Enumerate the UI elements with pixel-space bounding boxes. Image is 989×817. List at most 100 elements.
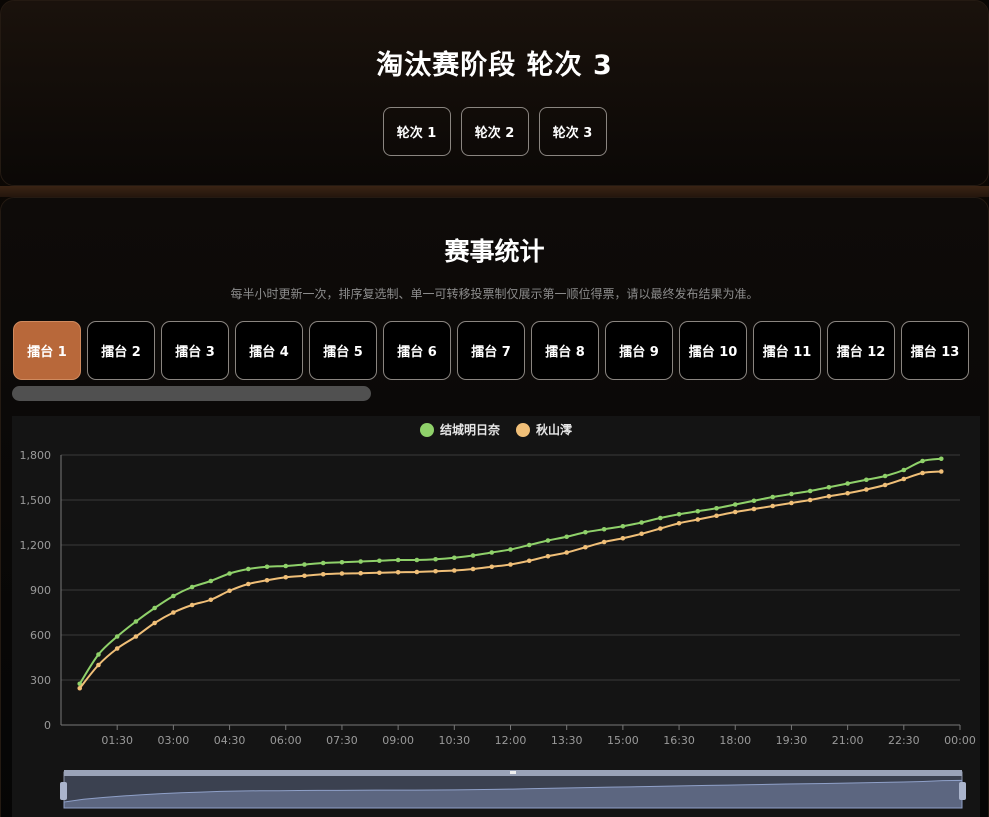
data-point-series-2 bbox=[395, 570, 401, 575]
stage-tab-3[interactable]: 擂台 3 bbox=[161, 321, 229, 380]
data-point-series-1 bbox=[826, 484, 832, 490]
stage-tab-1[interactable]: 擂台 1 bbox=[13, 321, 81, 380]
data-point-series-1 bbox=[264, 564, 270, 570]
stage-tabs: 擂台 1 擂台 2 擂台 3 擂台 4 擂台 5 擂台 6 擂台 7 擂台 8 … bbox=[13, 321, 969, 380]
data-point-series-2 bbox=[864, 487, 869, 492]
data-point-series-2 bbox=[770, 503, 776, 509]
data-point-series-2 bbox=[414, 569, 420, 575]
stage-tab-9[interactable]: 擂台 9 bbox=[605, 321, 673, 380]
data-point-series-2 bbox=[489, 564, 495, 570]
data-point-series-1 bbox=[470, 553, 476, 558]
data-point-series-1 bbox=[189, 584, 195, 590]
zoom-handle-right bbox=[959, 782, 966, 800]
round-tab-2[interactable]: 轮次 2 bbox=[460, 107, 529, 156]
data-point-series-2 bbox=[377, 570, 382, 576]
data-point-series-2 bbox=[845, 490, 850, 496]
y-tick-label: 1,500 bbox=[20, 494, 52, 507]
data-point-series-1 bbox=[489, 550, 495, 555]
data-point-series-1 bbox=[452, 555, 457, 561]
stage-tab-10[interactable]: 擂台 10 bbox=[679, 321, 747, 380]
x-tick-label: 10:30 bbox=[438, 734, 470, 747]
data-point-series-2 bbox=[283, 574, 289, 580]
data-point-series-1 bbox=[938, 456, 944, 462]
data-point-series-1 bbox=[807, 488, 813, 494]
data-point-series-1 bbox=[920, 458, 925, 464]
data-point-series-2 bbox=[452, 568, 457, 573]
data-point-series-2 bbox=[227, 588, 232, 594]
stage-tabs-scrollbar[interactable] bbox=[12, 386, 371, 401]
data-point-series-1 bbox=[901, 467, 907, 473]
data-point-series-1 bbox=[676, 511, 682, 517]
y-tick-label: 1,800 bbox=[20, 449, 52, 462]
x-tick-label: 16:30 bbox=[663, 734, 695, 747]
data-point-series-1 bbox=[845, 481, 850, 486]
data-point-series-2 bbox=[564, 550, 569, 555]
panel-divider bbox=[0, 186, 989, 197]
x-tick-label: 03:00 bbox=[158, 734, 190, 747]
data-point-series-2 bbox=[508, 562, 513, 567]
round-tab-3[interactable]: 轮次 3 bbox=[538, 107, 607, 156]
data-point-series-2 bbox=[96, 662, 101, 668]
stage-tab-5[interactable]: 擂台 5 bbox=[309, 321, 377, 380]
data-point-series-1 bbox=[320, 560, 326, 566]
data-point-series-2 bbox=[639, 531, 644, 537]
data-point-series-2 bbox=[807, 497, 813, 503]
data-point-series-1 bbox=[208, 578, 214, 584]
data-point-series-2 bbox=[901, 476, 907, 482]
data-point-series-2 bbox=[171, 610, 176, 615]
data-point-series-1 bbox=[508, 547, 513, 552]
stage-tab-13[interactable]: 擂台 13 bbox=[901, 321, 969, 380]
data-point-series-1 bbox=[133, 619, 139, 624]
data-point-series-2 bbox=[302, 573, 307, 579]
data-point-series-2 bbox=[789, 500, 794, 506]
data-point-series-2 bbox=[601, 539, 607, 545]
data-point-series-2 bbox=[189, 602, 195, 608]
data-point-series-1 bbox=[114, 634, 120, 639]
data-point-series-2 bbox=[714, 513, 719, 519]
data-point-series-2 bbox=[732, 509, 738, 515]
data-point-series-1 bbox=[358, 559, 363, 564]
data-point-series-2 bbox=[545, 553, 551, 559]
stage-tab-4[interactable]: 擂台 4 bbox=[235, 321, 303, 380]
data-point-series-1 bbox=[526, 542, 532, 548]
data-point-series-2 bbox=[358, 570, 363, 576]
x-tick-label: 18:00 bbox=[719, 734, 751, 747]
data-point-series-1 bbox=[152, 605, 157, 611]
data-point-series-2 bbox=[695, 517, 701, 522]
data-point-series-2 bbox=[208, 597, 214, 603]
data-point-series-2 bbox=[583, 544, 588, 550]
scrollbar-thumb[interactable] bbox=[12, 386, 371, 401]
x-tick-label: 06:00 bbox=[270, 734, 302, 747]
y-tick-label: 600 bbox=[30, 629, 51, 642]
data-point-series-2 bbox=[77, 685, 83, 691]
data-point-series-2 bbox=[339, 571, 345, 576]
x-tick-label: 07:30 bbox=[326, 734, 358, 747]
data-point-series-2 bbox=[433, 568, 438, 574]
stats-note: 每半小时更新一次，排序复选制、单一可转移投票制仅展示第一顺位得票，请以最终发布结… bbox=[230, 287, 759, 301]
data-point-series-2 bbox=[470, 566, 476, 572]
data-point-series-1 bbox=[433, 556, 438, 562]
data-point-series-1 bbox=[601, 526, 607, 532]
data-point-series-1 bbox=[96, 652, 101, 657]
data-point-series-1 bbox=[414, 557, 420, 563]
data-point-series-1 bbox=[658, 515, 663, 521]
data-point-series-2 bbox=[320, 571, 326, 577]
stage-tab-2[interactable]: 擂台 2 bbox=[87, 321, 155, 380]
data-point-series-1 bbox=[227, 571, 232, 576]
round-tab-1[interactable]: 轮次 1 bbox=[382, 107, 451, 156]
data-point-series-2 bbox=[938, 469, 944, 474]
data-point-series-1 bbox=[302, 562, 307, 567]
stage-tab-7[interactable]: 擂台 7 bbox=[457, 321, 525, 380]
x-tick-label: 01:30 bbox=[101, 734, 133, 747]
data-point-series-1 bbox=[639, 520, 644, 525]
data-point-series-2 bbox=[152, 620, 157, 626]
stage-tab-12[interactable]: 擂台 12 bbox=[827, 321, 895, 380]
data-point-series-2 bbox=[882, 482, 888, 488]
data-point-series-2 bbox=[114, 646, 120, 651]
data-point-series-1 bbox=[714, 505, 719, 511]
x-tick-label: 15:00 bbox=[607, 734, 639, 747]
stage-tab-6[interactable]: 擂台 6 bbox=[383, 321, 451, 380]
stage-tab-11[interactable]: 擂台 11 bbox=[753, 321, 821, 380]
stage-tab-8[interactable]: 擂台 8 bbox=[531, 321, 599, 380]
data-point-series-2 bbox=[133, 634, 139, 639]
